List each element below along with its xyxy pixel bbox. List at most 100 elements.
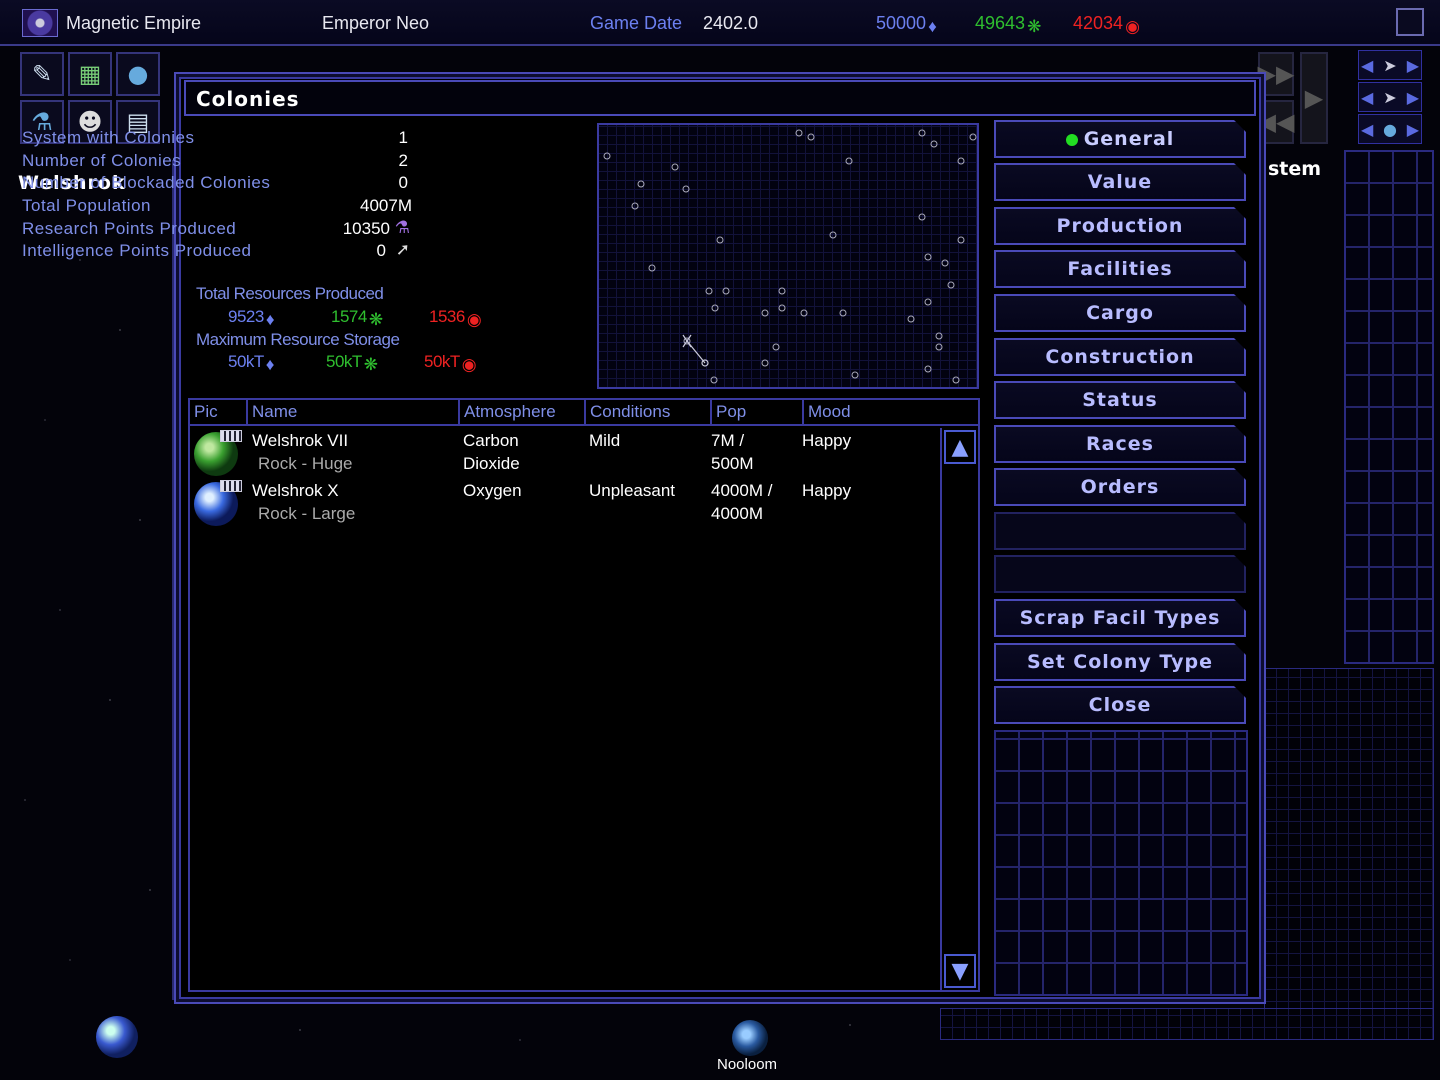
colony-pop: 7M / 500M — [711, 431, 754, 473]
empty-button-slot — [994, 555, 1246, 593]
dialog-title: Colonies — [184, 80, 1256, 116]
organics-icon: ❋ — [1027, 17, 1042, 36]
production-button[interactable]: Production — [994, 207, 1246, 245]
minerals-icon: ♦ — [928, 17, 937, 36]
header-atmosphere[interactable]: Atmosphere — [460, 400, 586, 426]
bottom-grid-strip — [940, 1008, 1434, 1040]
radioactives-icon: ◉ — [466, 310, 482, 329]
stat-value: 1 — [398, 128, 408, 147]
value-button[interactable]: Value — [994, 163, 1246, 201]
arrow-left-icon[interactable]: ◀ — [1361, 120, 1373, 139]
organics-icon: ❋ — [363, 355, 378, 374]
header-pic[interactable]: Pic — [190, 400, 248, 426]
construction-button[interactable]: Construction — [994, 338, 1246, 376]
stat-label: Number of Colonies — [22, 150, 182, 170]
planet-icon: ● — [1383, 119, 1397, 139]
header-mood[interactable]: Mood — [804, 400, 978, 426]
stat-row: Total Population 4007M — [22, 196, 412, 219]
header-conditions[interactable]: Conditions — [586, 400, 712, 426]
radioactives-icon: ◉ — [461, 355, 477, 374]
stat-row: Number of Colonies 2 — [22, 151, 412, 174]
colony-stats: System with Colonies 1 Number of Colonie… — [22, 128, 412, 264]
stat-value: 10350 — [342, 218, 390, 238]
scroll-up-icon[interactable]: ▲ — [944, 430, 976, 464]
radioactives-storage: 50kT ◉ — [424, 352, 477, 374]
arrow-left-icon[interactable]: ◀ — [1361, 56, 1373, 75]
general-button[interactable]: General — [994, 120, 1246, 158]
set-colony-type-button[interactable]: Set Colony Type — [994, 643, 1246, 681]
minerals-produced: 9523 ♦ — [228, 307, 275, 329]
stat-row: Number of Blockaded Colonies 0 — [22, 173, 412, 196]
prev-ship-nav[interactable]: ◀ ➤ ▶ — [1358, 50, 1422, 80]
cargo-button[interactable]: Cargo — [994, 294, 1246, 332]
circuit-board-icon[interactable]: ▦ — [68, 52, 112, 96]
nooloom-label: Nooloom — [717, 1056, 778, 1073]
stat-value: 4007M — [360, 196, 412, 216]
left-planet-panel — [8, 160, 174, 1000]
arrow-left-icon[interactable]: ◀ — [1361, 88, 1373, 107]
minimap-stars — [603, 129, 977, 384]
research-flask-icon: ⚗ — [394, 217, 410, 237]
intel-dagger-icon: ➚ — [395, 240, 410, 260]
table-scrollbar[interactable]: ▲ ▼ — [940, 428, 976, 990]
colony-name: Welshrok X Rock - Large — [252, 481, 356, 523]
minerals-icon: ♦ — [265, 355, 275, 374]
game-date-value: 2402.0 — [703, 13, 759, 33]
colony-planet-icon[interactable] — [96, 1016, 138, 1058]
table-row[interactable]: Welshrok X Rock - Large Oxygen Unpleasant… — [190, 478, 940, 528]
galaxy-minimap[interactable] — [597, 123, 979, 389]
table-header: Pic Name Atmosphere Conditions Pop Mood — [190, 400, 978, 426]
radioactives-icon: ◉ — [1125, 17, 1140, 36]
minerals-icon: ♦ — [265, 310, 275, 329]
colony-name: Welshrok VII Rock - Huge — [252, 431, 353, 473]
colony-conditions: Unpleasant — [589, 481, 676, 500]
table-row[interactable]: Welshrok VII Rock - Huge Carbon Dioxide M… — [190, 428, 940, 478]
maximize-button[interactable] — [1396, 8, 1424, 36]
system-title-partial: stem — [1268, 158, 1322, 180]
prev-planet-nav[interactable]: ◀ ● ▶ — [1358, 114, 1422, 144]
arrow-right-icon[interactable]: ▶ — [1407, 88, 1419, 107]
colonies-table: Pic Name Atmosphere Conditions Pop Mood … — [188, 398, 980, 992]
system-grid-view — [1264, 668, 1434, 1038]
header-name[interactable]: Name — [248, 400, 460, 426]
orders-button[interactable]: Orders — [994, 468, 1246, 506]
log-icon[interactable]: ✎ — [20, 52, 64, 96]
close-button[interactable]: Close — [994, 686, 1246, 724]
planet-globe-icon[interactable]: ● — [116, 52, 160, 96]
max-storage-label: Maximum Resource Storage — [196, 330, 400, 349]
circuit-decoration — [994, 730, 1248, 996]
nooloom-star-icon[interactable] — [732, 1020, 768, 1056]
fleet-icon: ➤ — [1383, 87, 1397, 107]
stat-row: Research Points Produced 10350 ⚗ — [22, 217, 412, 242]
facility-bars-icon — [220, 480, 242, 492]
fleet-route — [682, 334, 709, 367]
radioactives-produced: 1536 ◉ — [429, 307, 482, 329]
scroll-down-icon[interactable]: ▼ — [944, 954, 976, 988]
facility-bars-icon — [220, 430, 242, 442]
stat-label: System with Colonies — [22, 128, 195, 147]
empire-logo-icon[interactable] — [22, 9, 58, 37]
stat-value: 2 — [398, 150, 408, 170]
stat-label: Number of Blockaded Colonies — [22, 173, 271, 193]
play-icon[interactable]: ▶ — [1300, 52, 1328, 144]
organics-produced: 1574 ❋ — [331, 307, 383, 329]
organics-total: 49643 ❋ — [975, 13, 1042, 36]
empire-name: Magnetic Empire — [66, 13, 202, 33]
top-status-bar: Magnetic Empire Emperor Neo Game Date 24… — [0, 0, 1440, 46]
status-button[interactable]: Status — [994, 381, 1246, 419]
scrap-facility-types-button[interactable]: Scrap Facil Types — [994, 599, 1246, 637]
radioactives-total: 42034 ◉ — [1073, 13, 1140, 36]
races-button[interactable]: Races — [994, 425, 1246, 463]
stat-label: Research Points Produced — [22, 218, 237, 238]
colony-pop: 4000M / 4000M — [711, 481, 773, 523]
arrow-right-icon[interactable]: ▶ — [1407, 56, 1419, 75]
arrow-right-icon[interactable]: ▶ — [1407, 120, 1419, 139]
header-pop[interactable]: Pop — [712, 400, 804, 426]
prev-fleet-nav[interactable]: ◀ ➤ ▶ — [1358, 82, 1422, 112]
stat-row: System with Colonies 1 — [22, 128, 412, 151]
stat-value: 0 — [398, 173, 408, 193]
minerals-storage: 50kT ♦ — [228, 352, 275, 374]
emperor-name: Emperor Neo — [322, 13, 430, 33]
stat-value: 0 — [376, 241, 386, 261]
facilities-button[interactable]: Facilities — [994, 250, 1246, 288]
